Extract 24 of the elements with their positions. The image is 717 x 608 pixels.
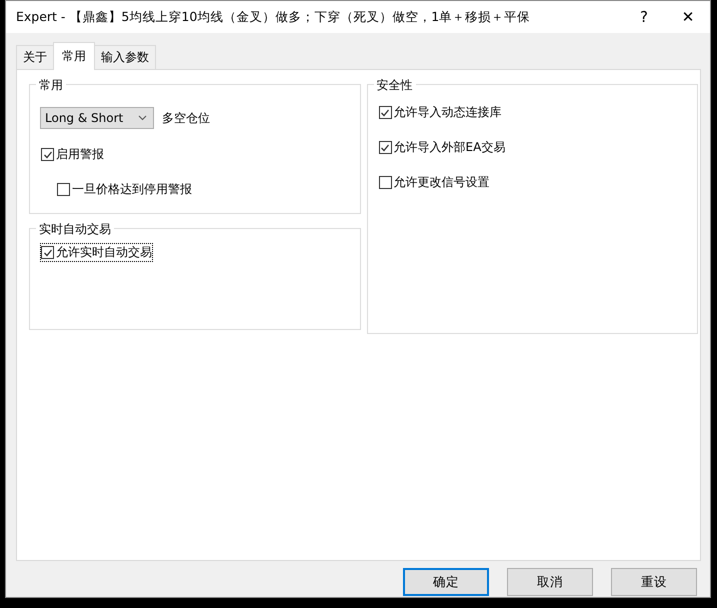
checkmark-icon <box>380 108 390 118</box>
dropdown-label: 多空仓位 <box>162 110 210 126</box>
close-button[interactable]: ✕ <box>666 1 710 33</box>
position-dropdown[interactable]: Long & Short <box>40 107 154 129</box>
checkbox[interactable]: 一旦价格达到停用警报 <box>56 180 193 199</box>
dialog-button[interactable]: 确定 <box>403 568 489 596</box>
help-button[interactable]: ? <box>622 1 666 33</box>
checkmark-icon <box>380 142 390 152</box>
checkbox[interactable]: 允许实时自动交易 <box>40 243 153 262</box>
group-title: 安全性 <box>374 77 416 94</box>
checkbox[interactable]: 启用警报 <box>40 145 105 164</box>
group-title: 实时自动交易 <box>36 221 114 238</box>
checkmark-icon <box>42 248 52 258</box>
checkmark-icon <box>42 150 52 160</box>
chevron-down-icon <box>138 115 147 121</box>
tab[interactable]: 常用 <box>53 42 95 70</box>
checkbox[interactable]: 允许导入动态连接库 <box>378 103 502 122</box>
tab[interactable]: 输入参数 <box>94 45 156 69</box>
window-title: Expert - 【鼎鑫】5均线上穿10均线（金叉）做多；下穿（死叉）做空，1单＋移损＋平保 <box>16 8 532 26</box>
dialog-button[interactable]: 取消 <box>507 568 593 596</box>
dialog-button[interactable]: 重设 <box>611 568 697 596</box>
tab[interactable]: 关于 <box>16 45 54 69</box>
checkbox[interactable]: 允许更改信号设置 <box>378 173 490 192</box>
checkbox[interactable]: 允许导入外部EA交易 <box>378 138 506 157</box>
